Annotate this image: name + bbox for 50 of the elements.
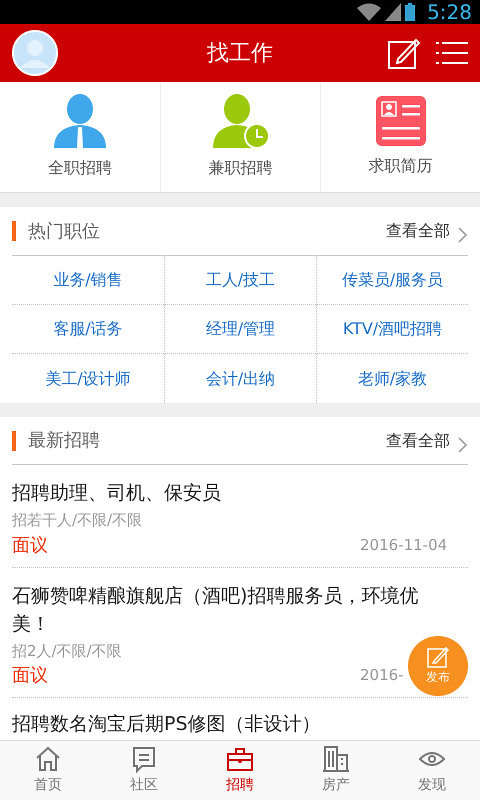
section-title: 热门职位 — [28, 220, 100, 244]
home-icon — [34, 745, 62, 773]
chevron-icon[interactable] — [458, 436, 468, 452]
job-listing[interactable]: 招聘数名淘宝后期PS修图（非设计） — [12, 710, 468, 740]
position-link[interactable]: KTV/酒吧招聘 — [342, 317, 442, 341]
menu-icon[interactable] — [436, 40, 468, 66]
category-tile[interactable]: 兼职招聘 — [160, 82, 320, 192]
category-tile[interactable]: 求职简历 — [320, 82, 480, 192]
job-details: 招2人/不限/不限 — [12, 640, 122, 662]
job-title: 招聘助理、司机、保安员 — [12, 481, 222, 506]
job-title: 石狮赞啤精酿旗舰店（酒吧)招聘服务员，环境优美！ — [12, 584, 420, 636]
status-time: 5:28 — [427, 0, 472, 26]
post-date: 2016- — [360, 665, 404, 686]
edit-icon — [427, 646, 449, 668]
post-date: 2016-11-04 — [360, 534, 448, 556]
briefcase-icon — [226, 745, 254, 773]
position-link[interactable]: 业务/销售 — [53, 268, 123, 292]
resume-icon — [376, 96, 426, 146]
view-all-link[interactable]: 查看全部 — [386, 219, 450, 243]
battery-icon — [405, 3, 416, 21]
section-title: 最新招聘 — [28, 429, 100, 453]
position-link[interactable]: 传菜员/服务员 — [342, 268, 444, 292]
chat-icon — [130, 745, 158, 773]
job-listing[interactable]: 招聘助理、司机、保安员 招若干人/不限/不限 面议 2016-11-04 — [12, 465, 468, 568]
position-link[interactable]: 客服/话务 — [53, 317, 123, 341]
page-title: 找工作 — [207, 40, 273, 68]
position-link[interactable]: 经理/管理 — [206, 317, 276, 341]
businessman-icon — [52, 94, 108, 148]
wifi-icon — [357, 3, 382, 21]
position-link[interactable]: 工人/技工 — [206, 268, 276, 292]
chevron-icon[interactable] — [458, 227, 468, 243]
position-link[interactable]: 美工/设计师 — [45, 366, 131, 390]
tab-item[interactable]: 社区 — [96, 741, 192, 800]
position-link[interactable]: 会计/出纳 — [206, 366, 276, 390]
building-icon — [322, 745, 350, 773]
view-all-link[interactable]: 查看全部 — [386, 428, 450, 452]
tab-item[interactable]: 首页 — [0, 741, 96, 800]
edit-icon[interactable] — [388, 37, 420, 69]
job-details: 招若干人/不限/不限 — [12, 510, 142, 531]
tab-item[interactable]: 发现 — [384, 741, 480, 800]
job-title: 招聘数名淘宝后期PS修图（非设计） — [12, 712, 322, 737]
position-link[interactable]: 老师/家教 — [358, 366, 428, 390]
avatar-icon[interactable] — [12, 30, 58, 76]
signal-icon — [385, 3, 402, 21]
tab-item[interactable]: 招聘 — [192, 741, 288, 800]
tab-item[interactable]: 房产 — [288, 741, 384, 800]
salary: 面议 — [12, 534, 48, 558]
person-clock-icon — [212, 94, 268, 148]
category-tile[interactable]: 全职招聘 — [0, 82, 160, 192]
salary: 面议 — [12, 664, 48, 688]
